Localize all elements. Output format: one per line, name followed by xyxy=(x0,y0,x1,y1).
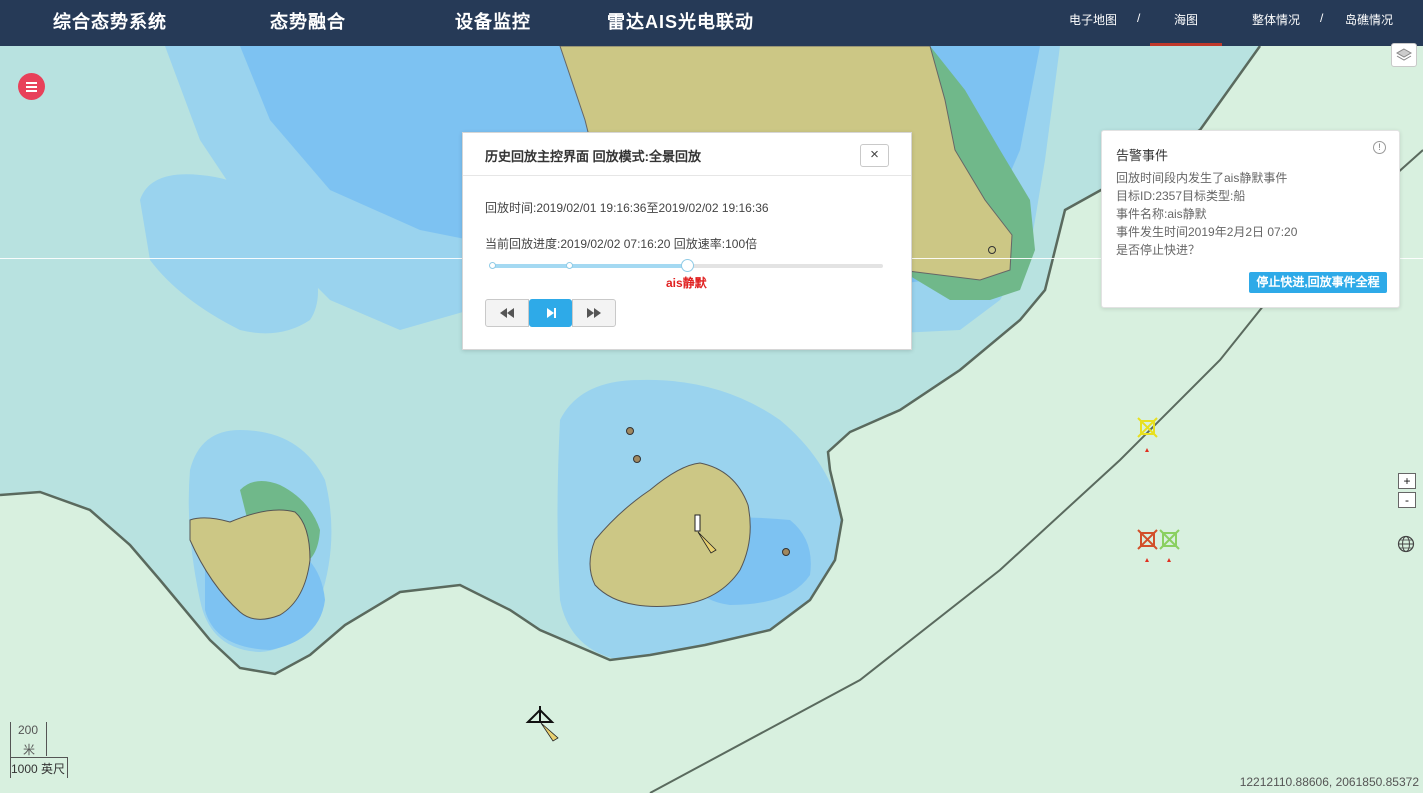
top-navbar: 综合态势系统 态势融合 设备监控 雷达AIS光电联动 电子地图 / 海图 整体情… xyxy=(0,0,1423,46)
layers-icon xyxy=(1396,48,1412,61)
alert-line: 目标ID:2357目标类型:船 xyxy=(1116,189,1246,203)
zoom-in-button[interactable]: + xyxy=(1398,473,1416,489)
alert-title: 告警事件 xyxy=(1116,148,1169,163)
progress-fill xyxy=(493,264,688,268)
nav-radar-ais-linkage[interactable]: 雷达AIS光电联动 xyxy=(607,8,754,34)
rewind-button[interactable] xyxy=(485,299,529,327)
cursor-coordinates: 12212110.88606, 2061850.85372 xyxy=(1239,775,1419,789)
globe-icon xyxy=(1397,535,1415,553)
scale-top-value: 200 xyxy=(18,723,39,737)
nav-separator: / xyxy=(1137,11,1141,25)
fast-forward-icon xyxy=(587,308,601,318)
scale-bottom-value: 1000 英尺 xyxy=(11,762,66,776)
progress-start-dot xyxy=(489,262,496,269)
buoy-marker xyxy=(626,427,634,435)
play-step-icon xyxy=(546,308,556,318)
dialog-title: 历史回放主控界面 回放模式:全景回放 xyxy=(485,149,701,164)
nav-electronic-map[interactable]: 电子地图 xyxy=(1069,11,1117,28)
nav-comprehensive-situation[interactable]: 综合态势系统 xyxy=(53,8,167,34)
event-marker-label: ais静默 xyxy=(666,276,707,290)
nav-device-monitoring[interactable]: 设备监控 xyxy=(455,8,531,34)
info-icon[interactable]: ! xyxy=(1373,141,1386,154)
layers-button[interactable] xyxy=(1391,43,1417,67)
alert-line: 是否停止快进？ xyxy=(1116,243,1201,257)
nav-sea-chart[interactable]: 海图 xyxy=(1174,11,1198,28)
nav-separator: / xyxy=(1320,11,1324,25)
close-button[interactable]: × xyxy=(860,144,889,167)
nav-island-situation[interactable]: 岛礁情况 xyxy=(1345,11,1393,28)
stop-fast-forward-button[interactable]: 停止快进,回放事件全程 xyxy=(1249,272,1387,293)
replay-control-dialog: 历史回放主控界面 回放模式:全景回放 × 回放时间:2019/02/01 19:… xyxy=(462,132,912,350)
alert-line: 回放时间段内发生了ais静默事件 xyxy=(1116,171,1288,185)
rewind-icon xyxy=(500,308,514,318)
event-marker-dot[interactable] xyxy=(566,262,573,269)
menu-button[interactable] xyxy=(18,73,45,100)
buoy-marker xyxy=(633,455,641,463)
replay-progress-text: 当前回放进度:2019/02/02 07:16:20 回放速率:100倍 xyxy=(485,237,758,251)
fast-forward-button[interactable] xyxy=(572,299,616,327)
scale-bar: 200 米 1000 英尺 xyxy=(10,722,68,778)
buoy-marker xyxy=(782,548,790,556)
replay-time-range: 回放时间:2019/02/01 19:16:36至2019/02/02 19:1… xyxy=(485,201,769,215)
buoy-marker xyxy=(988,246,996,254)
scale-top-unit: 米 xyxy=(23,743,36,757)
alert-line: 事件发生时间2019年2月2日 07:20 xyxy=(1116,225,1298,239)
alert-event-panel: 告警事件 ! 回放时间段内发生了ais静默事件 目标ID:2357目标类型:船 … xyxy=(1101,130,1400,308)
zoom-out-button[interactable]: - xyxy=(1398,492,1416,508)
nav-overall-situation[interactable]: 整体情况 xyxy=(1252,11,1300,28)
nav-situation-fusion[interactable]: 态势融合 xyxy=(270,8,346,34)
globe-button[interactable] xyxy=(1397,535,1415,553)
alert-line: 事件名称:ais静默 xyxy=(1116,207,1207,221)
play-step-button[interactable] xyxy=(529,299,572,327)
hamburger-icon xyxy=(26,81,37,93)
dialog-header: 历史回放主控界面 回放模式:全景回放 × xyxy=(463,133,911,176)
progress-slider-handle[interactable] xyxy=(681,259,694,272)
